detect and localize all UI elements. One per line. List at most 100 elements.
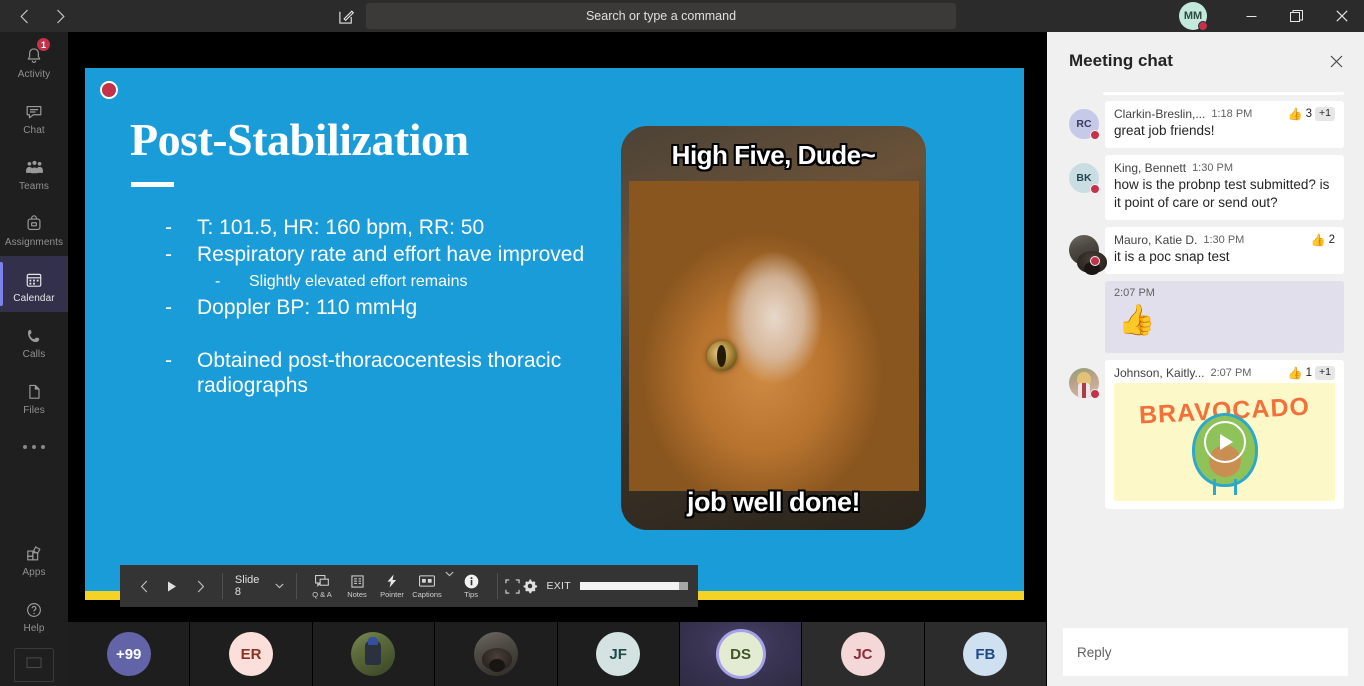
divider <box>496 573 498 599</box>
tool-label: Tips <box>464 589 478 599</box>
close-button[interactable] <box>1319 0 1364 32</box>
search-placeholder: Search or type a command <box>585 9 737 23</box>
play-button[interactable] <box>158 571 186 601</box>
participant-tile[interactable] <box>312 622 436 686</box>
sidebar-item-label: Assignments <box>4 236 64 248</box>
store-icon[interactable] <box>14 648 54 682</box>
chat-message[interactable]: RC Clarkin-Breslin,... 1:18 PM 👍 3 +1 gr… <box>1069 101 1344 148</box>
thumbs-up-icon: 👍 <box>1118 303 1156 337</box>
history-nav <box>0 3 76 29</box>
meme-top-caption: High Five, Dude~ <box>671 140 876 170</box>
phone-icon <box>24 325 44 347</box>
dot <box>32 445 36 449</box>
chevron-down-icon <box>274 583 284 589</box>
message-reactions[interactable]: 👍 1 +1 <box>1288 366 1335 380</box>
qa-icon <box>315 574 329 589</box>
fit-to-screen-icon[interactable] <box>505 578 521 594</box>
minimize-button[interactable] <box>1229 0 1274 32</box>
chat-message[interactable]: Mauro, Katie D. 1:30 PM 👍 2 it is a poc … <box>1069 226 1344 274</box>
avatar: JF <box>596 632 641 676</box>
sidebar-item-calendar[interactable]: Calendar <box>0 256 68 312</box>
sidebar-item-activity[interactable]: 1 Activity <box>0 32 68 88</box>
gear-icon[interactable] <box>522 578 538 594</box>
sidebar-item-teams[interactable]: Teams <box>0 144 68 200</box>
bullet-row: - Respiratory rate and effort have impro… <box>165 243 625 268</box>
chat-message-list[interactable]: RC Clarkin-Breslin,... 1:18 PM 👍 3 +1 gr… <box>1047 90 1364 628</box>
message-header: Mauro, Katie D. 1:30 PM 👍 2 <box>1114 233 1335 247</box>
participant-tile[interactable]: +99 <box>68 622 191 686</box>
sidebar-item-files[interactable]: Files <box>0 368 68 424</box>
previous-slide-button[interactable] <box>130 571 158 601</box>
pointer-button[interactable]: Pointer <box>375 574 410 599</box>
notes-button[interactable]: Notes <box>340 574 375 599</box>
close-icon[interactable] <box>1324 49 1348 73</box>
participant-tile[interactable]: JF <box>557 622 680 686</box>
message-reactions[interactable]: 👍 3 +1 <box>1288 107 1335 121</box>
message-reactions[interactable]: 👍 2 <box>1311 233 1335 247</box>
rail-bottom-group: Apps Help <box>0 530 68 686</box>
sidebar-item-calls[interactable]: Calls <box>0 312 68 368</box>
search-input[interactable]: Search or type a command <box>366 3 956 29</box>
activity-badge: 1 <box>36 37 51 52</box>
forward-icon[interactable] <box>46 3 74 29</box>
next-slide-button[interactable] <box>186 571 214 601</box>
message-timestamp: 2:07 PM <box>1210 366 1252 379</box>
participant-tile[interactable]: FB <box>924 622 1047 686</box>
shared-slide[interactable]: Post-Stabilization - T: 101.5, HR: 160 b… <box>85 68 1024 600</box>
pointer-icon <box>386 574 398 589</box>
avatar-initials: BK <box>1076 171 1092 184</box>
tool-label: Captions <box>412 589 442 599</box>
sidebar-item-assignments[interactable]: Assignments <box>0 200 68 256</box>
app-rail: 1 Activity Chat Teams Assignments Calend… <box>0 32 68 686</box>
reaction-count: 2 <box>1328 233 1335 246</box>
sidebar-item-help[interactable]: Help <box>0 586 68 642</box>
chat-message-self[interactable]: 2:07 PM 👍 <box>1069 280 1344 353</box>
presentation-progress-slider[interactable] <box>580 582 688 590</box>
compose-icon[interactable] <box>330 2 362 30</box>
sidebar-item-chat[interactable]: Chat <box>0 88 68 144</box>
participant-tile[interactable] <box>435 622 558 686</box>
cat-pupil <box>716 345 726 368</box>
play-icon[interactable] <box>1203 420 1246 463</box>
slide-nav-group <box>130 571 214 601</box>
captions-chevron-down-icon[interactable] <box>444 571 454 601</box>
tool-label: Notes <box>347 589 367 599</box>
more-horizontal-icon[interactable] <box>0 424 68 470</box>
participant-tile[interactable]: JC <box>802 622 925 686</box>
progress-knob[interactable] <box>679 582 688 590</box>
presentation-control-bar: Slide 8 Q & A Notes Pointer Captions Tip… <box>120 565 698 607</box>
avatar[interactable]: MM <box>1179 2 1208 31</box>
qa-button[interactable]: Q & A <box>305 574 340 599</box>
bullet-text: Obtained post-thoracocentesis thoracic r… <box>197 349 562 397</box>
sticker-attachment[interactable]: BRAVOCADO <box>1114 382 1335 501</box>
chat-message[interactable]: BK King, Bennett 1:30 PM how is the prob… <box>1069 154 1344 220</box>
overflow-count: +99 <box>115 645 142 663</box>
captions-button[interactable]: Captions <box>410 574 445 599</box>
chat-title: Meeting chat <box>1069 51 1173 70</box>
maximize-button[interactable] <box>1274 0 1319 32</box>
help-icon <box>24 599 44 621</box>
participant-tile[interactable]: ER <box>190 622 313 686</box>
exit-label[interactable]: EXIT <box>546 580 571 592</box>
reply-input[interactable]: Reply <box>1063 628 1348 676</box>
reaction-count: 1 <box>1305 366 1313 379</box>
chat-message[interactable]: Johnson, Kaitly... 2:07 PM 👍 1 +1 BRAVOC… <box>1069 359 1344 509</box>
divider <box>222 573 223 599</box>
sidebar-item-label: Apps <box>22 566 46 578</box>
avatar-initials: DS <box>730 645 751 663</box>
back-icon[interactable] <box>10 3 38 29</box>
slide-selector[interactable]: Slide 8 <box>231 574 288 598</box>
notes-icon <box>350 574 364 589</box>
avatar-photo <box>473 632 518 676</box>
dot <box>23 445 27 449</box>
bullet-dash: - <box>215 272 221 290</box>
message-text: how is the probnp test submitted? is it … <box>1114 176 1330 210</box>
sidebar-item-apps[interactable]: Apps <box>0 530 68 586</box>
avatar: ER <box>229 632 274 676</box>
avatar-initials: JC <box>853 645 873 663</box>
message-bubble: Johnson, Kaitly... 2:07 PM 👍 1 +1 BRAVOC… <box>1105 359 1344 509</box>
avocado-leg <box>1233 478 1237 495</box>
participant-tile-active-speaker[interactable]: DS <box>679 622 803 686</box>
recording-dot-icon <box>100 81 118 99</box>
tips-button[interactable]: Tips <box>454 574 489 599</box>
